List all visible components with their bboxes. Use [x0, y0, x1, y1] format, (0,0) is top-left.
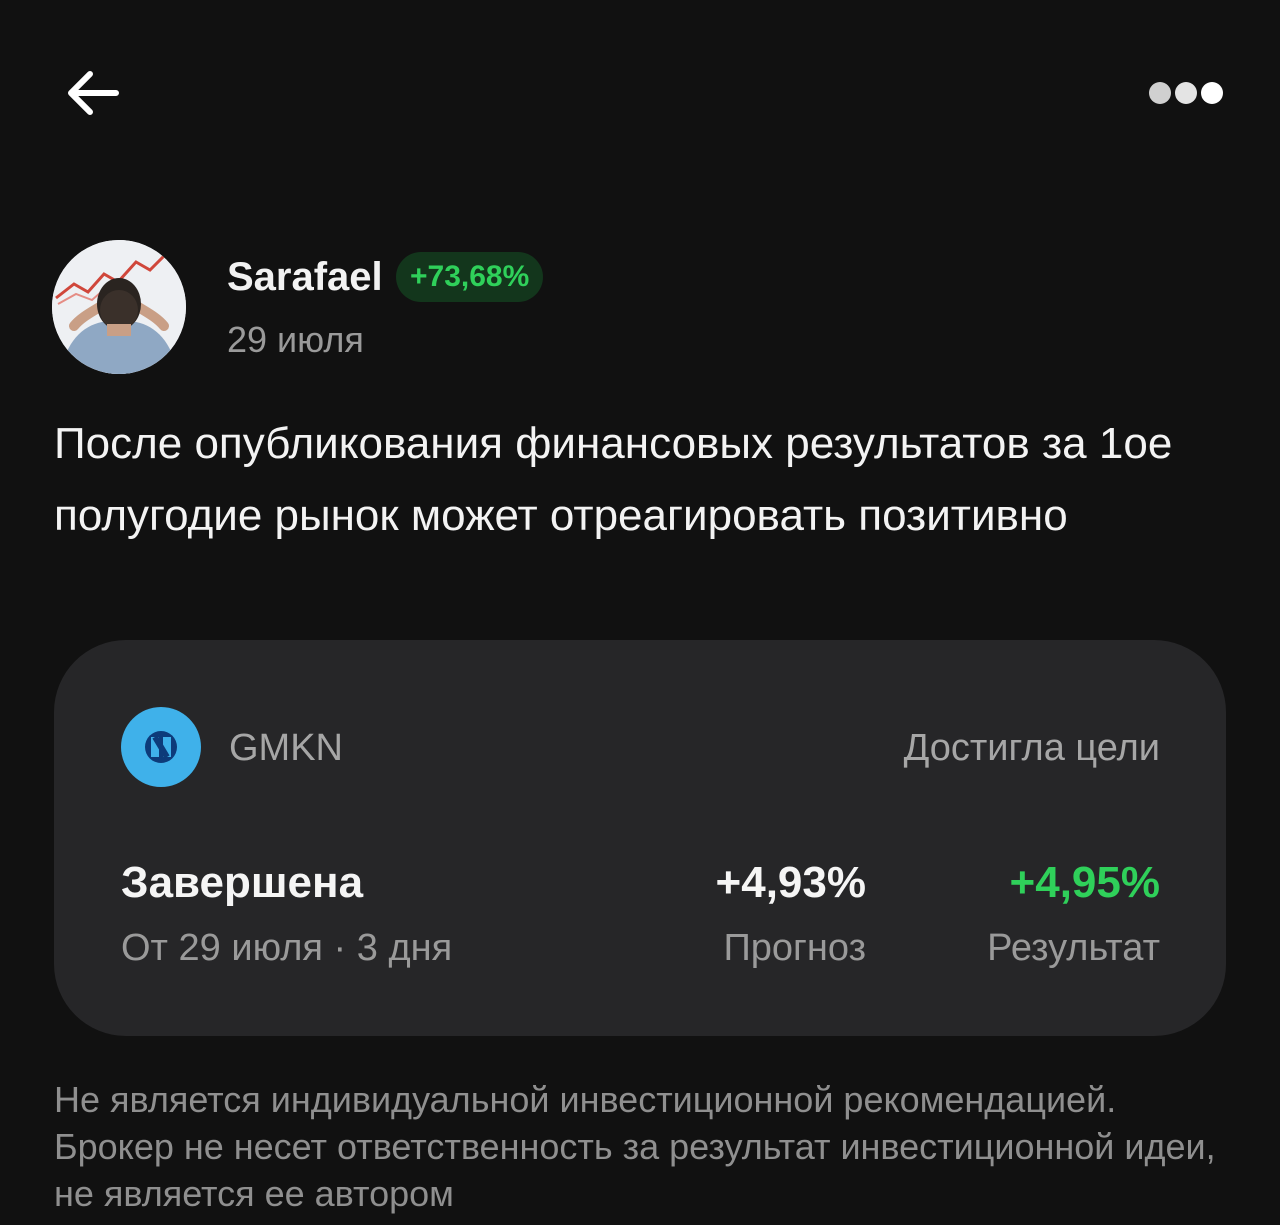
result-value: +4,95%	[1009, 858, 1160, 907]
idea-card[interactable]: GMKN Достигла цели Завершена От 29 июля …	[54, 640, 1226, 1036]
arrow-left-icon	[68, 71, 119, 115]
nornickel-logo-icon	[145, 731, 177, 763]
result-label: Результат	[987, 927, 1160, 969]
author-yield-badge: +73,68%	[396, 252, 544, 302]
ticker-symbol: GMKN	[229, 727, 343, 769]
post-date: 29 июля	[227, 319, 364, 360]
idea-period: От 29 июля · 3 дня	[121, 927, 453, 969]
forecast-value: +4,93%	[715, 858, 866, 907]
author-block: Sarafael +73,68% 29 июля	[52, 240, 752, 376]
forecast-label: Прогноз	[723, 927, 866, 969]
more-dots-icon	[1149, 82, 1223, 104]
more-button[interactable]	[1140, 72, 1232, 114]
author-avatar[interactable]	[52, 240, 186, 374]
goal-status: Достигла цели	[903, 727, 1160, 769]
idea-status: Завершена	[121, 858, 364, 907]
ticker-logo	[121, 707, 201, 787]
disclaimer-text: Не является индивидуальной инвестиционно…	[54, 1079, 1216, 1214]
back-button[interactable]	[56, 60, 128, 126]
author-name[interactable]: Sarafael	[227, 252, 383, 302]
post-text: После опубликования финансовых результат…	[54, 419, 1173, 540]
user-avatar	[52, 240, 186, 374]
